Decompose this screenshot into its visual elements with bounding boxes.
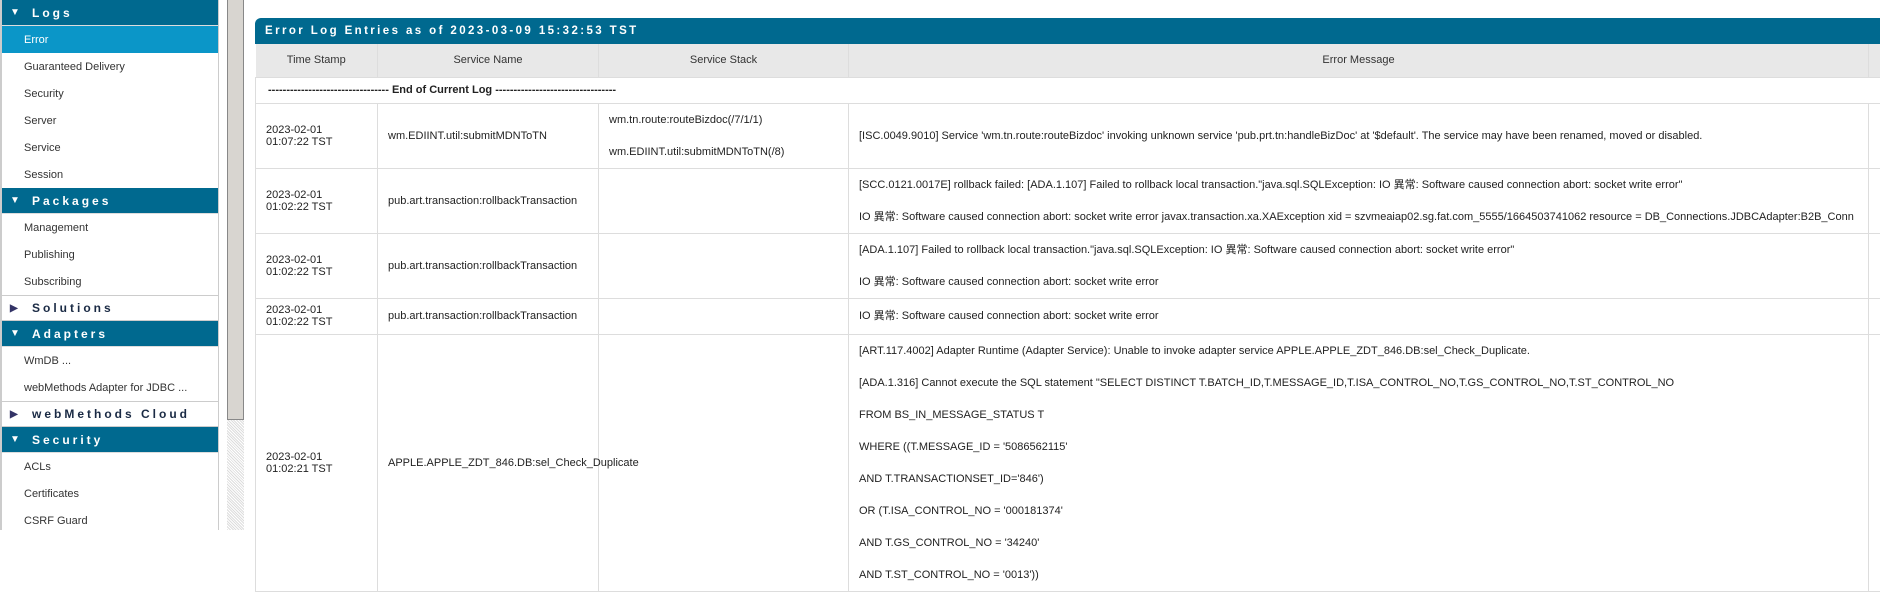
end-of-log-marker: --------------------------------- End of… (256, 77, 1880, 103)
expanded-triangle-icon: ▼ (10, 195, 32, 206)
service-stack-cell (599, 233, 849, 298)
table-row: 2023-02-01 01:02:21 TSTAPPLE.APPLE_ZDT_8… (256, 334, 1880, 591)
stack-entry: wm.tn.route:routeBizdoc(/7/1/1) (609, 104, 838, 136)
extra-cell (1869, 103, 1880, 168)
expanded-triangle-icon: ▼ (10, 7, 32, 18)
service-stack-cell (599, 298, 849, 334)
error-message-cell: [ISC.0049.9010] Service 'wm.tn.route:rou… (849, 103, 1869, 168)
error-message-line: IO 異常: Software caused connection abort:… (859, 300, 1858, 332)
section-title: Adapters (32, 327, 108, 341)
service-name-cell: APPLE.APPLE_ZDT_846.DB:sel_Check_Duplica… (378, 334, 599, 591)
error-message-line: [ISC.0049.9010] Service 'wm.tn.route:rou… (859, 120, 1858, 152)
collapsed-triangle-icon: ▶ (10, 303, 32, 314)
error-log-table: Time Stamp Service Name Service Stack Er… (255, 44, 1880, 592)
expanded-triangle-icon: ▼ (10, 434, 32, 445)
sidebar-item-certificates[interactable]: Certificates (2, 480, 218, 507)
time-stamp-cell: 2023-02-01 01:02:22 TST (256, 168, 378, 233)
section-logs[interactable]: ▼Logs (2, 0, 218, 26)
error-message-line: IO 異常: Software caused connection abort:… (859, 266, 1858, 298)
service-name-cell: pub.art.transaction:rollbackTransaction (378, 168, 599, 233)
table-row: 2023-02-01 01:02:22 TSTpub.art.transacti… (256, 233, 1880, 298)
sidebar-item-server[interactable]: Server (2, 107, 218, 134)
column-header-time-stamp: Time Stamp (256, 44, 378, 77)
sidebar-item-error[interactable]: Error (2, 26, 218, 53)
service-name-cell: wm.EDIINT.util:submitMDNToTN (378, 103, 599, 168)
error-message-cell: IO 異常: Software caused connection abort:… (849, 298, 1869, 334)
scrollbar-thumb[interactable] (227, 0, 244, 420)
column-header-extra (1869, 44, 1880, 77)
section-title: Logs (32, 6, 73, 20)
sidebar-item-wmdb[interactable]: WmDB ... (2, 347, 218, 374)
error-message-line: WHERE ((T.MESSAGE_ID = '5086562115' (859, 431, 1858, 463)
error-message-line: IO 異常: Software caused connection abort:… (859, 201, 1858, 233)
error-message-line: [ART.117.4002] Adapter Runtime (Adapter … (859, 335, 1858, 367)
time-stamp-cell: 2023-02-01 01:07:22 TST (256, 103, 378, 168)
time-stamp-cell: 2023-02-01 01:02:21 TST (256, 334, 378, 591)
sidebar-item-security-log[interactable]: Security (2, 80, 218, 107)
sidebar-item-acls[interactable]: ACLs (2, 453, 218, 480)
error-message-cell: [ART.117.4002] Adapter Runtime (Adapter … (849, 334, 1869, 591)
error-message-line: [ADA.1.316] Cannot execute the SQL state… (859, 367, 1858, 399)
section-title: Packages (32, 194, 111, 208)
sidebar-item-session[interactable]: Session (2, 161, 218, 188)
error-message-line: [SCC.0121.0017E] rollback failed: [ADA.1… (859, 169, 1858, 201)
column-header-service-stack: Service Stack (599, 44, 849, 77)
section-solutions[interactable]: ▶Solutions (2, 295, 218, 321)
page-title: Error Log Entries as of 2023-03-09 15:32… (255, 18, 1880, 44)
extra-cell (1869, 168, 1880, 233)
service-name-cell: pub.art.transaction:rollbackTransaction (378, 298, 599, 334)
section-title: Solutions (32, 301, 114, 315)
section-title: webMethods Cloud (32, 407, 190, 421)
sidebar-item-service[interactable]: Service (2, 134, 218, 161)
error-message-line: AND T.GS_CONTROL_NO = '34240' (859, 527, 1858, 559)
error-message-line: OR (T.ISA_CONTROL_NO = '000181374' (859, 495, 1858, 527)
sidebar-scrollbar[interactable] (227, 0, 244, 530)
error-message-line: FROM BS_IN_MESSAGE_STATUS T (859, 399, 1858, 431)
column-header-error-message: Error Message (849, 44, 1869, 77)
error-message-cell: [SCC.0121.0017E] rollback failed: [ADA.1… (849, 168, 1869, 233)
section-security[interactable]: ▼Security (2, 427, 218, 453)
extra-cell (1869, 298, 1880, 334)
sidebar-item-jdbc-adapter[interactable]: webMethods Adapter for JDBC ... (2, 374, 218, 401)
sidebar-item-subscribing[interactable]: Subscribing (2, 268, 218, 295)
sidebar-item-publishing[interactable]: Publishing (2, 241, 218, 268)
error-message-line: AND T.ST_CONTROL_NO = '0013')) (859, 559, 1858, 591)
extra-cell (1869, 233, 1880, 298)
collapsed-triangle-icon: ▶ (10, 409, 32, 420)
expanded-triangle-icon: ▼ (10, 328, 32, 339)
section-title: Security (32, 433, 103, 447)
sidebar-item-management[interactable]: Management (2, 214, 218, 241)
extra-cell (1869, 334, 1880, 591)
time-stamp-cell: 2023-02-01 01:02:22 TST (256, 298, 378, 334)
section-adapters[interactable]: ▼Adapters (2, 321, 218, 347)
table-row: 2023-02-01 01:07:22 TSTwm.EDIINT.util:su… (256, 103, 1880, 168)
error-message-line: [ADA.1.107] Failed to rollback local tra… (859, 234, 1858, 266)
table-row: 2023-02-01 01:02:22 TSTpub.art.transacti… (256, 168, 1880, 233)
sidebar-item-guaranteed-delivery[interactable]: Guaranteed Delivery (2, 53, 218, 80)
service-name-cell: pub.art.transaction:rollbackTransaction (378, 233, 599, 298)
sidebar-nav: ▼Logs Error Guaranteed Delivery Security… (0, 0, 219, 530)
section-webmethods-cloud[interactable]: ▶webMethods Cloud (2, 401, 218, 427)
error-log-panel: Error Log Entries as of 2023-03-09 15:32… (255, 18, 1880, 592)
time-stamp-cell: 2023-02-01 01:02:22 TST (256, 233, 378, 298)
service-stack-cell: wm.tn.route:routeBizdoc(/7/1/1)wm.EDIINT… (599, 103, 849, 168)
error-message-cell: [ADA.1.107] Failed to rollback local tra… (849, 233, 1869, 298)
section-packages[interactable]: ▼Packages (2, 188, 218, 214)
service-stack-cell (599, 168, 849, 233)
error-message-line: AND T.TRANSACTIONSET_ID='846') (859, 463, 1858, 495)
column-header-service-name: Service Name (378, 44, 599, 77)
table-row: 2023-02-01 01:02:22 TSTpub.art.transacti… (256, 298, 1880, 334)
stack-entry: wm.EDIINT.util:submitMDNToTN(/8) (609, 136, 838, 168)
